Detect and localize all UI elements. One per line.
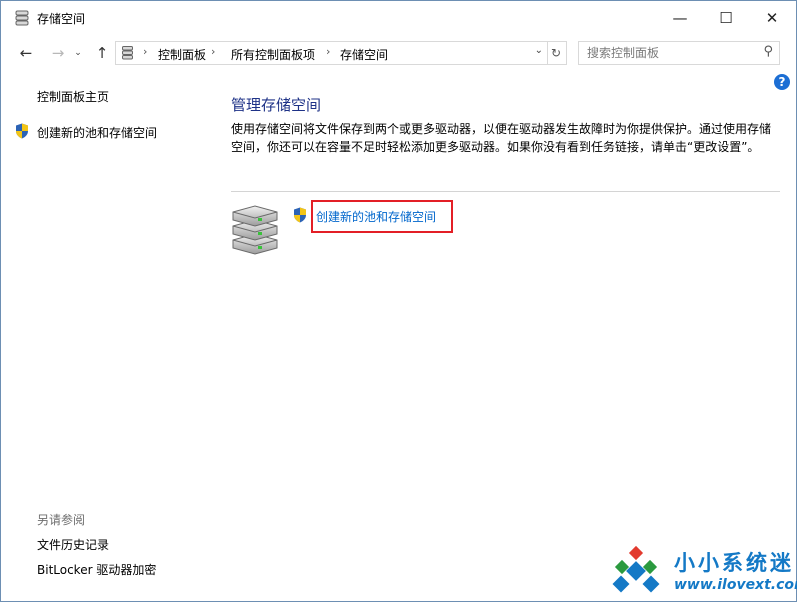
- breadcrumb-control-panel[interactable]: 控制面板: [158, 46, 206, 63]
- uac-shield-icon: [294, 207, 306, 223]
- maximize-button[interactable]: ☐: [703, 1, 749, 35]
- breadcrumb-separator: ›: [143, 45, 148, 58]
- forward-button[interactable]: →: [47, 42, 69, 64]
- breadcrumb-separator[interactable]: ›: [326, 45, 330, 58]
- storage-spaces-icon: [122, 46, 133, 60]
- xiaoxiao-logo-icon: [612, 545, 660, 593]
- search-box[interactable]: ⚲: [578, 41, 780, 65]
- address-bar[interactable]: › 控制面板 › 所有控制面板项 › 存储空间 ⌄: [115, 41, 548, 65]
- file-history-link[interactable]: 文件历史记录: [37, 536, 109, 553]
- search-input[interactable]: [587, 45, 747, 61]
- close-button[interactable]: ✕: [749, 1, 795, 35]
- back-button[interactable]: ←: [15, 42, 37, 64]
- bitlocker-link[interactable]: BitLocker 驱动器加密: [37, 561, 156, 578]
- chevron-down-icon[interactable]: ⌄: [535, 45, 543, 56]
- control-panel-window: 存储空间 — ☐ ✕ ← → ⌄ ↑ › 控制面板 › 所有控制面板项 › 存储…: [0, 0, 797, 602]
- help-icon[interactable]: ?: [774, 74, 790, 90]
- drive-stack-icon: [232, 205, 278, 255]
- see-also-heading: 另请参阅: [37, 513, 86, 527]
- recent-locations-button[interactable]: ⌄: [71, 42, 85, 64]
- storage-spaces-icon: [15, 10, 29, 26]
- create-pool-sidebar-link[interactable]: 创建新的池和存储空间: [37, 124, 157, 141]
- refresh-button[interactable]: ↻: [546, 41, 567, 65]
- page-title: 管理存储空间: [231, 96, 322, 114]
- watermark-title: 小小系统迷: [674, 551, 794, 575]
- page-description: 使用存储空间将文件保存到两个或更多驱动器，以便在驱动器发生故障时为你提供保护。通…: [231, 122, 772, 154]
- uac-shield-icon: [16, 123, 28, 139]
- highlight-box: [311, 200, 453, 233]
- breadcrumb-all-items[interactable]: 所有控制面板项: [231, 46, 315, 63]
- navigation-bar: ← → ⌄ ↑ › 控制面板 › 所有控制面板项 › 存储空间 ⌄ ↻ ⚲: [1, 39, 796, 67]
- window-title: 存储空间: [37, 12, 86, 26]
- title-bar: 存储空间 — ☐ ✕: [1, 1, 796, 35]
- breadcrumb-storage-spaces[interactable]: 存储空间: [340, 46, 388, 63]
- divider: [231, 191, 780, 192]
- up-button[interactable]: ↑: [91, 42, 113, 64]
- search-icon[interactable]: ⚲: [763, 44, 773, 59]
- control-panel-home-link[interactable]: 控制面板主页: [37, 88, 109, 105]
- breadcrumb-separator[interactable]: ›: [211, 45, 215, 58]
- minimize-button[interactable]: —: [657, 1, 703, 35]
- watermark-url: www.ilovext.com: [674, 577, 797, 593]
